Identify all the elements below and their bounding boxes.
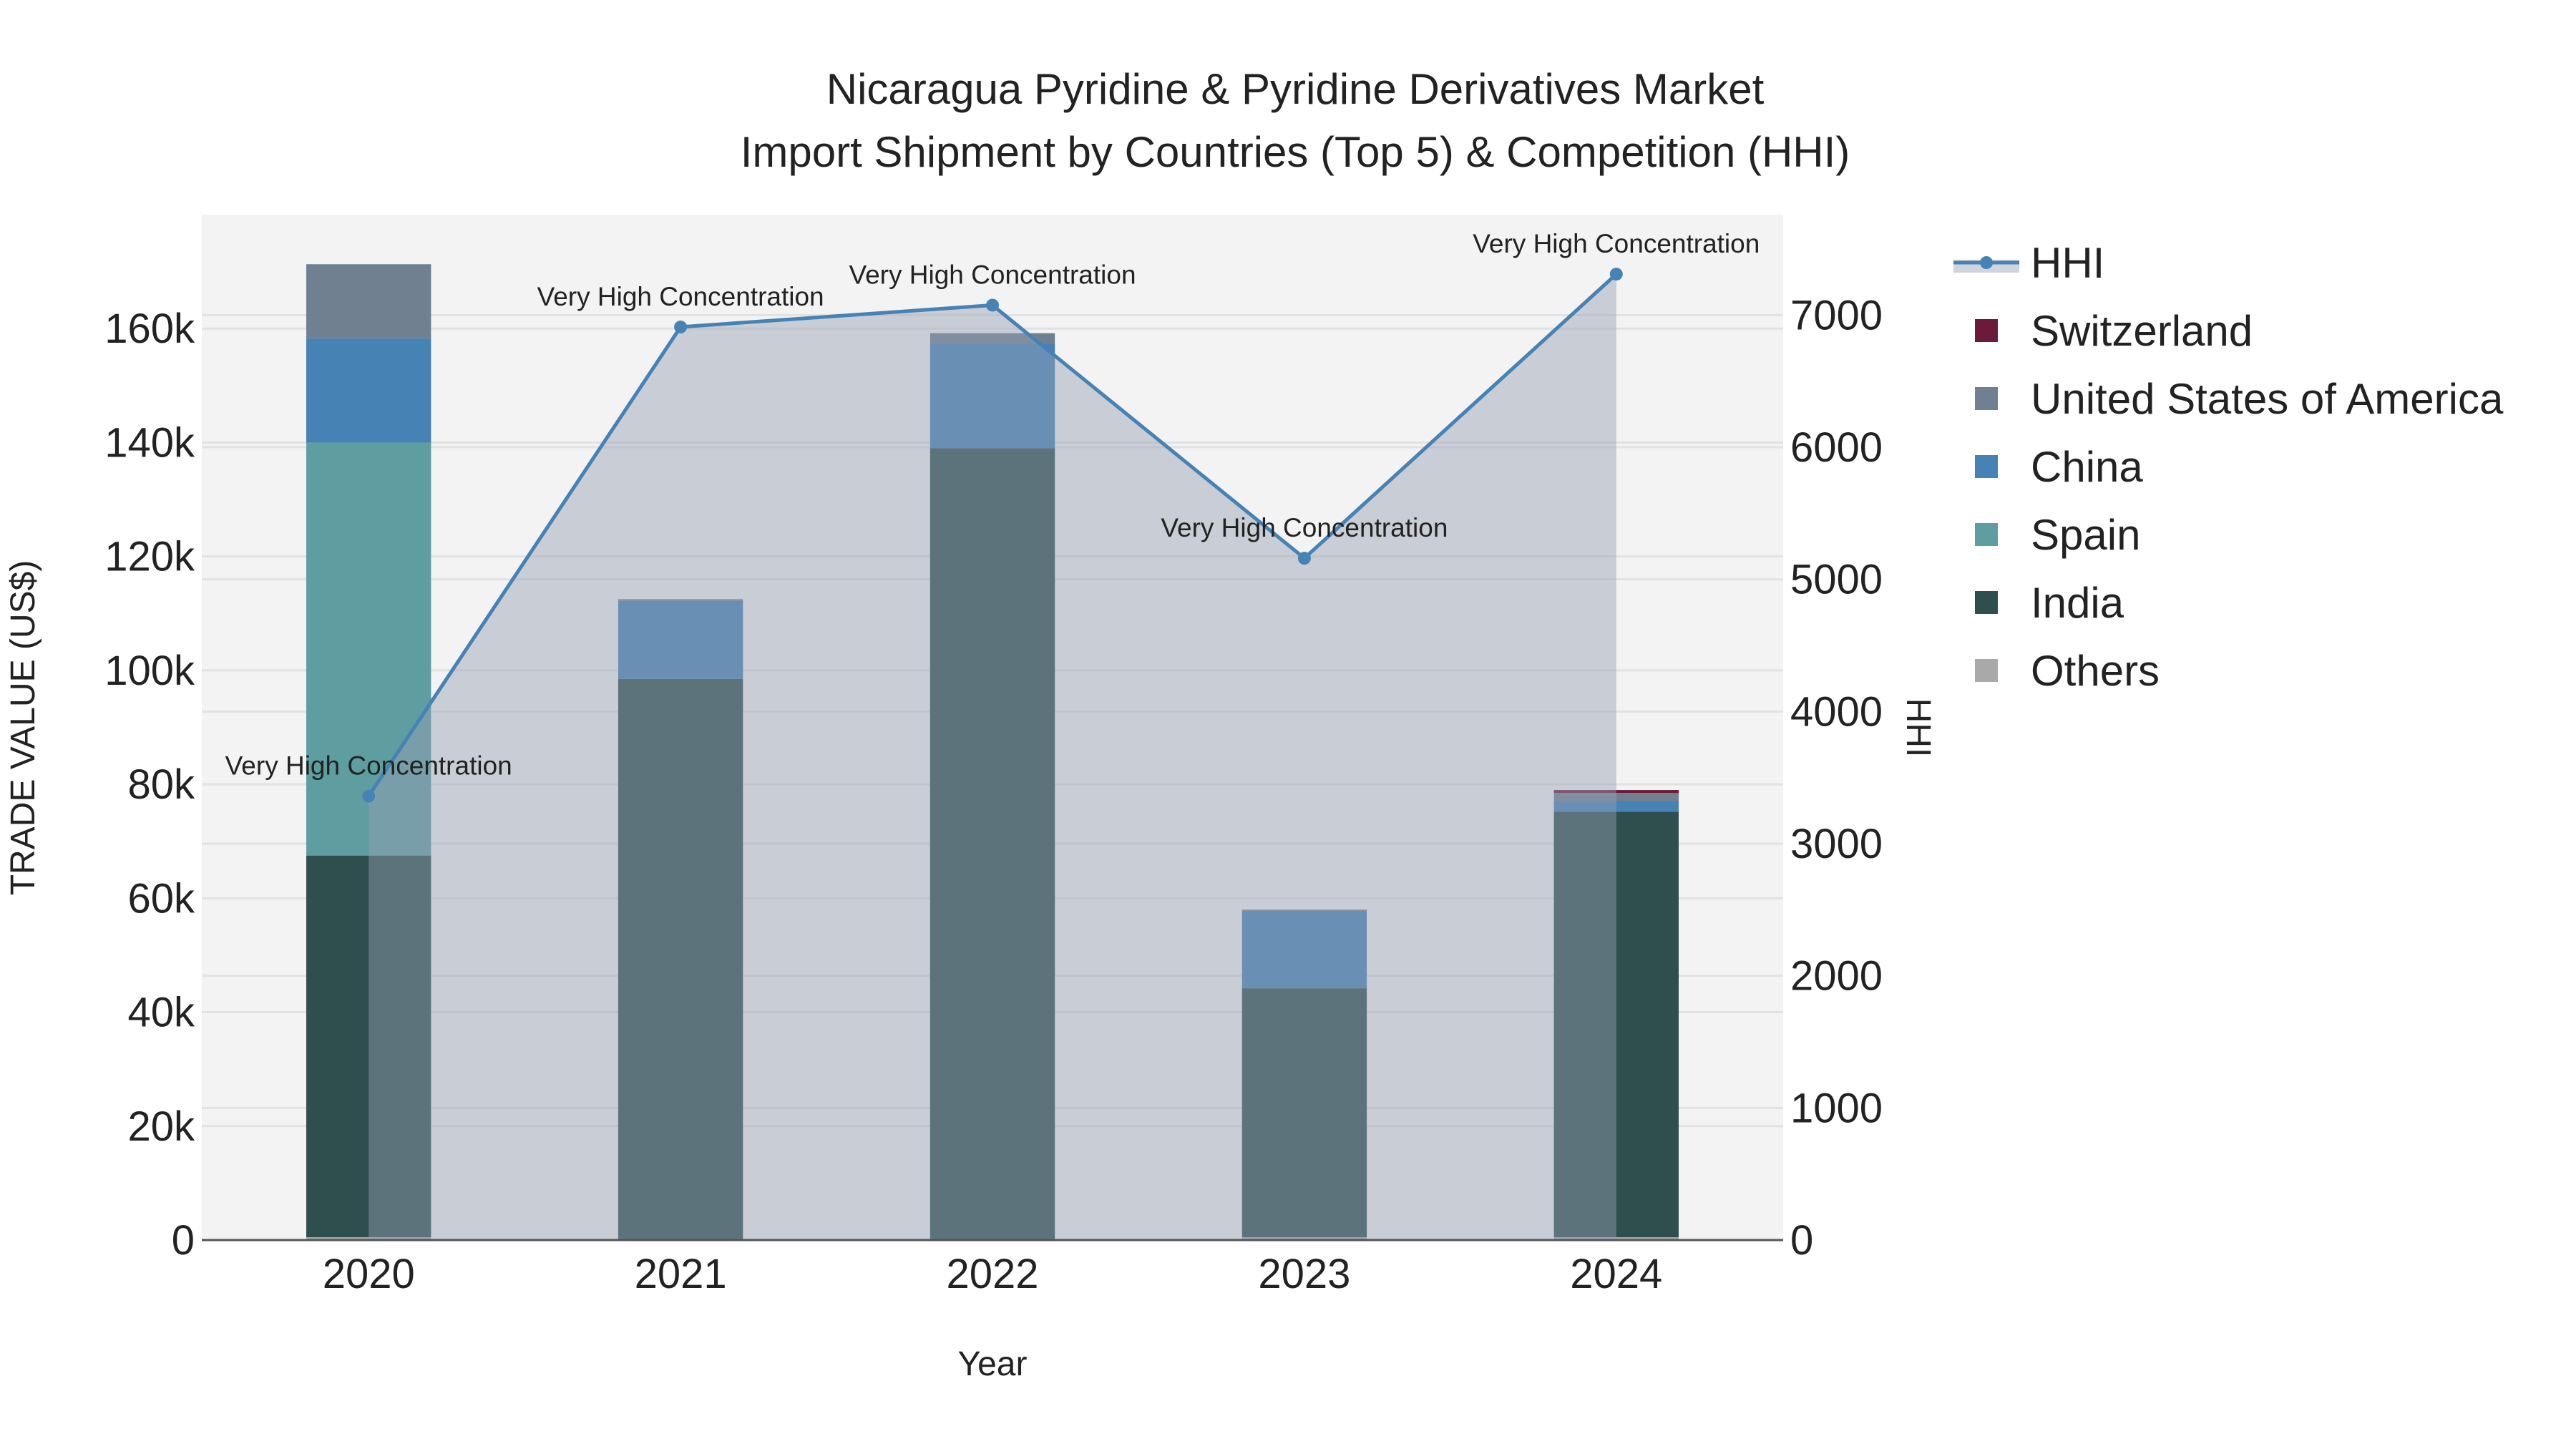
hhi-point-2024 [1609,268,1623,281]
y2-tick-label: 6000 [1790,424,1883,471]
bar-united-states-of-america-2020 [306,264,431,338]
y-tick-label: 0 [172,1217,195,1264]
hhi-point-2023 [1297,552,1311,565]
hhi-annotation-2020: Very High Concentration [225,751,512,781]
legend-swatch [1975,319,1998,342]
y-tick-label: 160k [104,306,195,352]
chart-title-line1: Nicaragua Pyridine & Pyridine Derivative… [826,65,1765,113]
hhi-annotation-2021: Very High Concentration [537,282,824,311]
x-tick-label-2022: 2022 [946,1251,1038,1297]
y2-tick-label: 4000 [1790,688,1883,735]
y-tick-label: 100k [104,648,195,694]
legend-label: Spain [2031,511,2140,559]
x-tick-label-2020: 2020 [323,1251,415,1297]
y-tick-label: 80k [127,761,195,808]
y-tick-label: 60k [127,875,195,922]
y2-tick-label: 3000 [1790,821,1883,867]
legend-hhi-marker [1980,256,1993,269]
hhi-point-2022 [986,298,999,312]
y2-tick-label: 5000 [1790,557,1883,603]
legend-swatch [1975,659,1998,682]
x-tick-label-2021: 2021 [635,1251,727,1297]
legend-item-united-states-of-america: United States of America [1975,375,2504,423]
legend-item-china: China [1975,443,2143,491]
legend-label: China [2031,443,2143,491]
hhi-annotation-2024: Very High Concentration [1473,229,1760,258]
y-tick-label: 120k [104,534,195,580]
legend-item-hhi: HHI [1953,239,2104,287]
legend-item-switzerland: Switzerland [1975,307,2253,355]
legend-swatch [1975,523,1998,546]
legend-item-india: India [1975,579,2124,627]
legend-label: India [2031,579,2124,627]
legend-swatch [1975,387,1998,410]
legend-label: Switzerland [2031,307,2253,355]
legend-swatch [1975,591,1998,614]
y2-tick-label: 7000 [1790,292,1883,338]
y2-axis-label: HHI [1899,698,1937,758]
y-axis-label: TRADE VALUE (US$) [4,560,42,896]
y-tick-label: 140k [104,419,195,466]
legend-label: HHI [2031,239,2104,287]
hhi-annotation-2023: Very High Concentration [1161,513,1448,542]
y2-tick-label: 0 [1790,1217,1813,1264]
legend-item-spain: Spain [1975,511,2140,559]
chart-title-line2: Import Shipment by Countries (Top 5) & C… [741,128,1850,176]
hhi-annotation-2022: Very High Concentration [849,260,1136,289]
x-tick-label-2024: 2024 [1570,1251,1662,1297]
x-tick-label-2023: 2023 [1258,1251,1350,1297]
hhi-point-2021 [674,320,688,333]
x-axis-label: Year [958,1345,1028,1383]
legend-label: Others [2031,647,2160,695]
y2-tick-label: 2000 [1790,953,1883,1000]
legend-label: United States of America [2031,375,2504,423]
y2-tick-label: 1000 [1790,1085,1883,1131]
y-tick-label: 40k [127,990,195,1036]
legend-item-others: Others [1975,647,2160,695]
hhi-point-2020 [362,789,376,803]
bar-china-2020 [306,338,431,443]
y-tick-label: 20k [127,1103,195,1150]
chart: Nicaragua Pyridine & Pyridine Derivative… [4,65,2504,1383]
legend-swatch [1975,455,1998,478]
